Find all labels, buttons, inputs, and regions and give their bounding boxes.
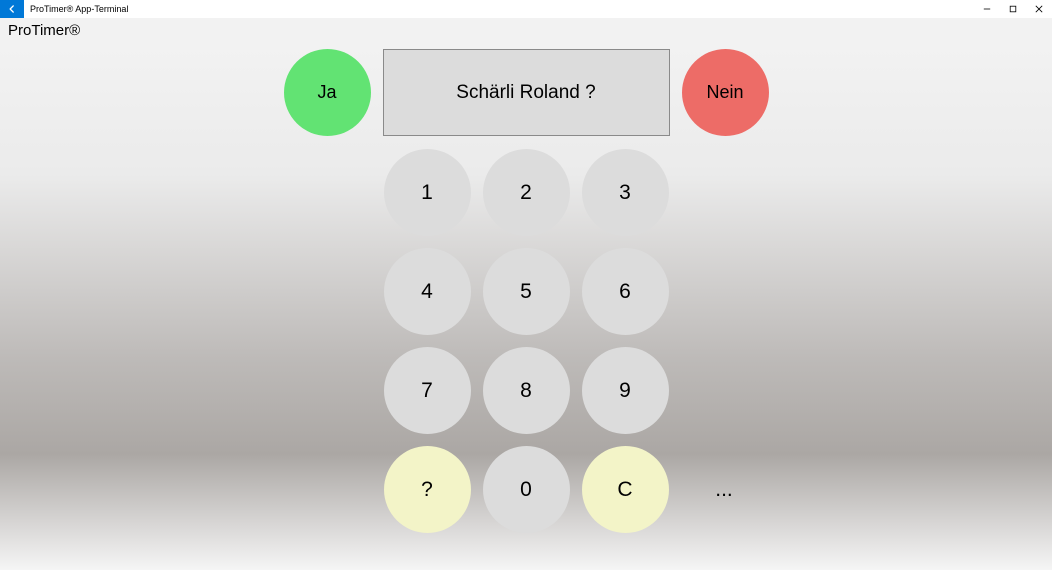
key-3[interactable]: 3 xyxy=(582,149,669,236)
key-2[interactable]: 2 xyxy=(483,149,570,236)
display-box: Schärli Roland ? xyxy=(383,49,670,136)
yes-button[interactable]: Ja xyxy=(284,49,371,136)
more-button[interactable]: ... xyxy=(681,446,768,533)
key-8-label: 8 xyxy=(520,379,532,403)
key-5-label: 5 xyxy=(520,280,532,304)
key-7[interactable]: 7 xyxy=(384,347,471,434)
content-area: Ja Schärli Roland ? Nein 1 2 3 4 5 6 7 8… xyxy=(0,43,1052,570)
key-question-label: ? xyxy=(421,478,433,502)
display-text: Schärli Roland ? xyxy=(456,82,595,104)
key-0-label: 0 xyxy=(520,478,532,502)
key-1-label: 1 xyxy=(421,181,433,205)
keypad-row-1: 1 2 3 xyxy=(384,149,669,236)
close-icon xyxy=(1035,5,1043,13)
key-5[interactable]: 5 xyxy=(483,248,570,335)
window-controls xyxy=(974,0,1052,18)
keypad: 1 2 3 4 5 6 7 8 9 ? 0 C ... xyxy=(0,149,1052,533)
key-6-label: 6 xyxy=(619,280,631,304)
key-clear-label: C xyxy=(617,478,632,502)
key-4-label: 4 xyxy=(421,280,433,304)
key-7-label: 7 xyxy=(421,379,433,403)
key-4[interactable]: 4 xyxy=(384,248,471,335)
close-button[interactable] xyxy=(1026,0,1052,18)
key-1[interactable]: 1 xyxy=(384,149,471,236)
app-header: ProTimer® xyxy=(0,18,1052,43)
confirm-row: Ja Schärli Roland ? Nein xyxy=(0,49,1052,136)
key-9[interactable]: 9 xyxy=(582,347,669,434)
titlebar: ProTimer® App-Terminal xyxy=(0,0,1052,18)
no-label: Nein xyxy=(706,82,743,103)
maximize-icon xyxy=(1009,5,1017,13)
minimize-button[interactable] xyxy=(974,0,1000,18)
maximize-button[interactable] xyxy=(1000,0,1026,18)
yes-label: Ja xyxy=(317,82,336,103)
key-8[interactable]: 8 xyxy=(483,347,570,434)
key-6[interactable]: 6 xyxy=(582,248,669,335)
key-0[interactable]: 0 xyxy=(483,446,570,533)
no-button[interactable]: Nein xyxy=(682,49,769,136)
key-3-label: 3 xyxy=(619,181,631,205)
minimize-icon xyxy=(983,5,991,13)
key-9-label: 9 xyxy=(619,379,631,403)
key-2-label: 2 xyxy=(520,181,532,205)
keypad-row-2: 4 5 6 xyxy=(384,248,669,335)
back-button[interactable] xyxy=(0,0,24,18)
brand-label: ProTimer® xyxy=(8,22,80,39)
arrow-left-icon xyxy=(7,4,17,14)
more-label: ... xyxy=(715,478,733,502)
keypad-row-3: 7 8 9 xyxy=(384,347,669,434)
key-question[interactable]: ? xyxy=(384,446,471,533)
window-title: ProTimer® App-Terminal xyxy=(30,4,128,14)
key-clear[interactable]: C xyxy=(582,446,669,533)
keypad-row-4: ? 0 C ... xyxy=(384,446,669,533)
